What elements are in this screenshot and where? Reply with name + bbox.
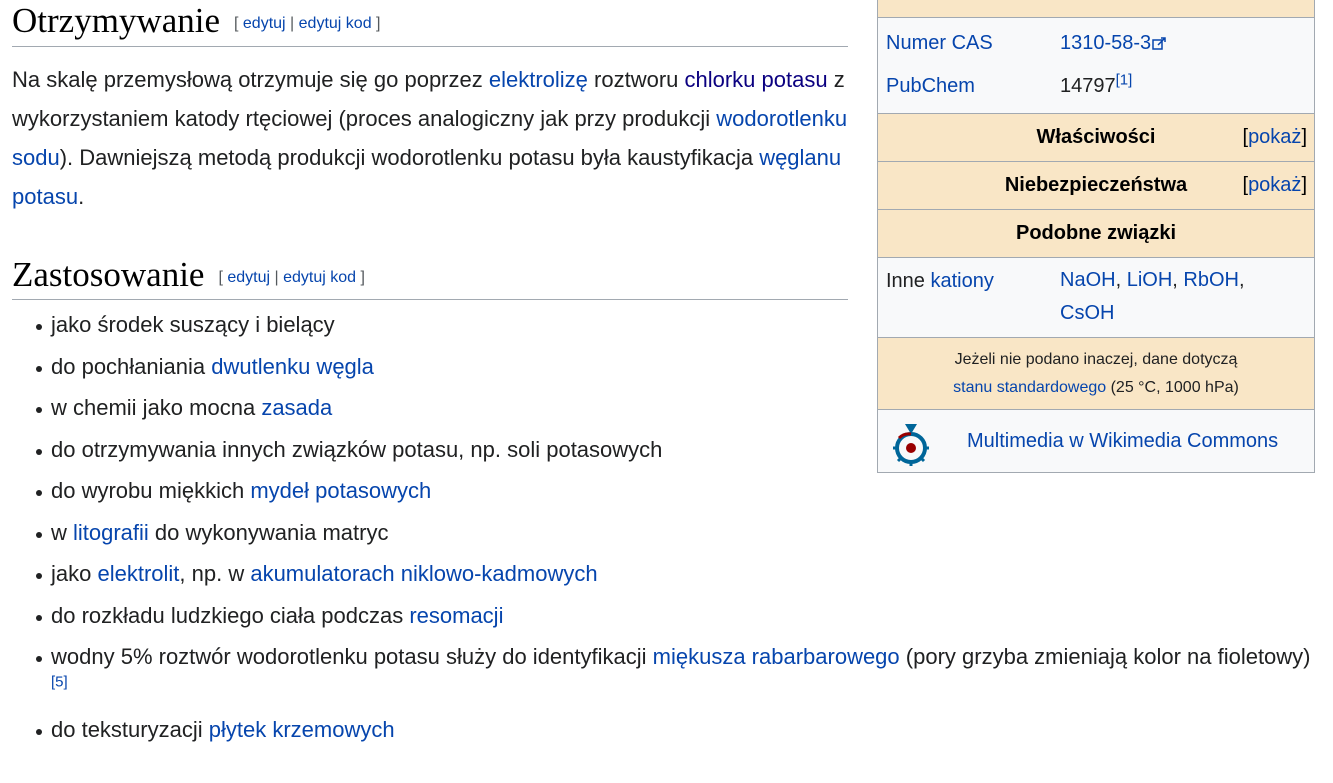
related-title: Podobne związki: [1015, 222, 1177, 244]
cas-value: 1310-58-3: [1060, 32, 1166, 57]
edit-source-link[interactable]: edytuj kod: [283, 269, 356, 286]
infobox-header-related: Podobne związki: [878, 209, 1314, 257]
infobox-header-identification: [878, 0, 1314, 17]
reference-link[interactable]: [5]: [51, 674, 68, 691]
list-item: wodny 5% roztwór wodorotlenku potasu słu…: [34, 641, 1324, 703]
infobox-header-properties: Właściwości [pokaż]: [878, 113, 1314, 161]
edit-source-link[interactable]: edytuj kod: [299, 15, 372, 32]
bullet: [36, 324, 42, 330]
link-dwutlenek-wegla[interactable]: dwutlenku węgla: [211, 354, 374, 379]
bullet: [36, 656, 42, 662]
pubchem-value: 14797[1]: [1060, 71, 1133, 97]
link-elektrolit[interactable]: elektrolit: [97, 561, 179, 586]
external-link-icon: [1152, 34, 1166, 57]
link-lioh[interactable]: LiOH: [1127, 269, 1173, 291]
bullet: [36, 490, 42, 496]
link-resomacja[interactable]: resomacji: [409, 603, 503, 628]
reference-link[interactable]: [1]: [1116, 71, 1133, 88]
link-plytki-krzemowe[interactable]: płytek krzemowych: [209, 717, 395, 742]
section-heading-otrzymywanie: Otrzymywanie [ edytuj | edytuj kod ]: [12, 2, 848, 47]
cas-label-link[interactable]: Numer CAS: [886, 32, 993, 55]
infobox-header-hazards: Niebezpieczeństwa [pokaż]: [878, 161, 1314, 209]
other-cations-values: NaOH, LiOH, RbOH, CsOH: [1060, 269, 1245, 324]
bullet: [36, 573, 42, 579]
list-item: jako elektrolit, np. w akumulatorach nik…: [34, 558, 1324, 589]
bullet: [36, 448, 42, 455]
bullet: [36, 531, 42, 538]
link-elektroliza[interactable]: elektrolizę: [489, 67, 588, 92]
wikimedia-commons-icon: [891, 418, 931, 474]
commons-row: Multimedia w Wikimedia Commons: [878, 409, 1314, 472]
edit-link[interactable]: edytuj: [243, 15, 286, 32]
link-chlorek-potasu[interactable]: chlorku potasu: [685, 67, 828, 92]
list-item: w litografii do wykonywania matryc: [34, 517, 1324, 548]
link-akumulatory-niklowo-kadmowe[interactable]: akumulatorach niklowo-kadmowych: [250, 561, 597, 586]
link-mydla-potasowe[interactable]: mydeł potasowych: [250, 478, 431, 503]
list-item: do teksturyzacji płytek krzemowych: [34, 714, 1324, 745]
list-item: do wyrobu miękkich mydeł potasowych: [34, 475, 1324, 506]
infobox-row-cas: Numer CAS 1310-58-3: [878, 17, 1314, 63]
edit-section-links: [ edytuj | edytuj kod ]: [233, 14, 381, 32]
bullet: [36, 614, 42, 621]
other-cations-label: Inne kationy: [886, 270, 994, 292]
link-zasada[interactable]: zasada: [261, 395, 332, 420]
link-csoh[interactable]: CsOH: [1060, 302, 1114, 324]
list-item: do rozkładu ludzkiego ciała podczas reso…: [34, 600, 1324, 631]
link-litografia[interactable]: litografii: [73, 520, 149, 545]
commons-link[interactable]: Multimedia w Wikimedia Commons: [967, 430, 1278, 453]
edit-section-links: [ edytuj | edytuj kod ]: [218, 268, 365, 286]
link-stan-standardowy[interactable]: stanu standardowego: [953, 379, 1106, 396]
infobox-row-pubchem: PubChem 14797[1]: [878, 63, 1314, 109]
show-properties-toggle[interactable]: [pokaż]: [1243, 126, 1308, 149]
section-title: Otrzymywanie: [12, 1, 220, 40]
infobox-row-other-cations: Inne kationy NaOH, LiOH, RbOH, CsOH: [878, 257, 1314, 337]
edit-link[interactable]: edytuj: [227, 269, 270, 286]
bullet: [36, 407, 42, 413]
pubchem-label-link[interactable]: PubChem: [886, 75, 975, 98]
bullet: [36, 728, 42, 735]
link-naoh[interactable]: NaOH: [1060, 269, 1116, 291]
bullet: [36, 365, 42, 372]
link-kationy[interactable]: kationy: [930, 270, 993, 292]
standard-conditions-note: Jeżeli nie podano inaczej, dane dotyczą …: [878, 337, 1314, 409]
infobox: Numer CAS 1310-58-3 PubChem 14797[1] Wła…: [877, 0, 1315, 473]
section-title: Zastosowanie: [12, 255, 205, 294]
link-miekusz-rabarbarowy[interactable]: miękusza rabarbarowego: [653, 644, 900, 669]
production-paragraph: Na skalę przemysłową otrzymuje się go po…: [12, 67, 848, 209]
show-hazards-toggle[interactable]: [pokaż]: [1243, 174, 1308, 197]
section-heading-zastosowanie: Zastosowanie [ edytuj | edytuj kod ]: [12, 256, 848, 300]
cas-number-link[interactable]: 1310-58-3: [1060, 32, 1151, 54]
link-rboh[interactable]: RbOH: [1183, 269, 1239, 291]
